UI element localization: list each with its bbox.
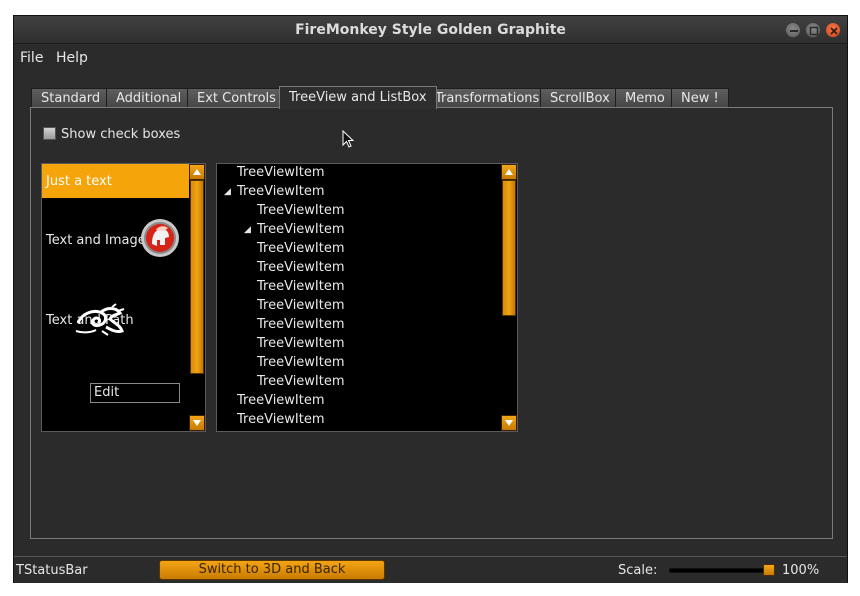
tab-standard[interactable]: Standard <box>31 88 111 108</box>
scale-label: Scale: <box>618 563 658 578</box>
treeview-item-label: TreeViewItem <box>257 336 345 351</box>
treeview-item-label: TreeViewItem <box>257 298 345 313</box>
listbox-edit-field[interactable]: Edit <box>90 383 180 403</box>
listbox[interactable]: Just a text Text and Image Text and Path <box>41 163 206 432</box>
treeview-item-label: TreeViewItem <box>237 165 325 180</box>
treeview-item-label: TreeViewItem <box>257 279 345 294</box>
treeview-item[interactable]: ◢ TreeViewItem <box>224 184 325 203</box>
mouse-cursor-icon <box>342 130 354 148</box>
treeview-item[interactable]: TreeViewItem <box>237 165 325 184</box>
minimize-icon <box>790 30 798 32</box>
tab-new[interactable]: New ! <box>671 88 729 108</box>
close-icon <box>830 27 838 35</box>
scroll-up-button[interactable] <box>501 164 517 180</box>
menu-help[interactable]: Help <box>56 50 88 66</box>
expand-triangle-icon[interactable]: ◢ <box>244 225 251 235</box>
treeview[interactable]: TreeViewItem ◢ TreeViewItem TreeViewItem ◢ Tr… <box>216 163 518 432</box>
listbox-item-text-image[interactable]: Text and Image <box>42 198 189 278</box>
triangle-down-icon <box>505 420 513 426</box>
treeview-item-label: TreeViewItem <box>257 317 345 332</box>
treeview-item[interactable]: TreeViewItem <box>257 260 345 279</box>
treeview-item[interactable]: TreeViewItem <box>257 241 345 260</box>
treeview-item-label: TreeViewItem <box>237 184 325 199</box>
treeview-item-label: TreeViewItem <box>257 222 345 237</box>
tab-transformations[interactable]: Transformations <box>425 88 550 108</box>
status-bar: TStatusBar Switch to 3D and Back Scale: … <box>14 556 847 583</box>
show-checkboxes-checkbox[interactable] <box>43 127 56 140</box>
triangle-up-icon <box>193 169 201 175</box>
show-checkboxes-label[interactable]: Show check boxes <box>61 127 180 142</box>
treeview-item-label: TreeViewItem <box>257 241 345 256</box>
scale-value: 100% <box>782 563 820 578</box>
treeview-item[interactable]: TreeViewItem <box>257 336 345 355</box>
tab-treeview-listbox[interactable]: TreeView and ListBox <box>279 86 437 109</box>
treeview-item[interactable]: TreeViewItem <box>257 355 345 374</box>
treeview-item-label: TreeViewItem <box>257 374 345 389</box>
treeview-item[interactable]: TreeViewItem <box>257 203 345 222</box>
close-button[interactable] <box>825 22 841 38</box>
tab-additional[interactable]: Additional <box>106 88 192 108</box>
scrollbar-thumb[interactable] <box>190 180 204 374</box>
tab-strip: Standard Additional Ext Controls TreeVie… <box>31 86 831 109</box>
treeview-item-label: TreeViewItem <box>257 260 345 275</box>
window-title: FireMonkey Style Golden Graphite <box>295 22 566 38</box>
status-text: TStatusBar <box>16 563 88 578</box>
listbox-scrollbar[interactable] <box>189 164 205 431</box>
title-bar[interactable]: FireMonkey Style Golden Graphite <box>14 16 847 44</box>
maximize-button[interactable] <box>805 22 821 38</box>
tab-memo[interactable]: Memo <box>615 88 675 108</box>
treeview-item-label: TreeViewItem <box>257 203 345 218</box>
scroll-down-button[interactable] <box>189 415 205 431</box>
treeview-item-label: TreeViewItem <box>237 412 325 427</box>
menu-bar: File Help <box>14 45 847 72</box>
treeview-scrollbar[interactable] <box>501 164 517 431</box>
scrollbar-thumb[interactable] <box>502 180 516 316</box>
treeview-item[interactable]: TreeViewItem <box>257 374 345 393</box>
treeview-item[interactable]: TreeViewItem <box>257 279 345 298</box>
treeview-item-label: TreeViewItem <box>237 393 325 408</box>
treeview-item[interactable]: TreeViewItem <box>237 412 325 431</box>
app-window: FireMonkey Style Golden Graphite File He… <box>13 15 848 583</box>
minimize-button[interactable] <box>785 22 801 38</box>
treeview-item[interactable]: TreeViewItem <box>237 393 325 412</box>
menu-file[interactable]: File <box>20 50 43 66</box>
triangle-up-icon <box>505 169 513 175</box>
listbox-item-label: Just a text <box>46 174 112 189</box>
treeview-item[interactable]: TreeViewItem <box>257 317 345 336</box>
scroll-down-button[interactable] <box>501 415 517 431</box>
scroll-up-button[interactable] <box>189 164 205 180</box>
switch-3d-button[interactable]: Switch to 3D and Back <box>159 560 385 580</box>
listbox-item-edit: Edit <box>42 368 189 431</box>
spartan-helmet-icon <box>141 219 179 257</box>
tab-page: Show check boxes Just a text Text and Im… <box>30 107 833 539</box>
maximize-icon <box>809 26 819 36</box>
scale-slider-thumb[interactable] <box>763 564 775 576</box>
tab-ext-controls[interactable]: Ext Controls <box>187 88 286 108</box>
listbox-item-just-text[interactable]: Just a text <box>42 164 189 198</box>
expand-triangle-icon[interactable]: ◢ <box>224 187 231 197</box>
scale-slider-track[interactable] <box>669 568 775 573</box>
tab-scrollbox[interactable]: ScrollBox <box>540 88 620 108</box>
treeview-item[interactable]: ◢ TreeViewItem <box>244 222 345 241</box>
treeview-item-label: TreeViewItem <box>257 355 345 370</box>
treeview-item[interactable]: TreeViewItem <box>257 298 345 317</box>
dragon-path-icon <box>75 303 125 336</box>
listbox-item-label: Text and Image <box>46 233 146 248</box>
triangle-down-icon <box>193 420 201 426</box>
listbox-item-text-path[interactable]: Text and Path <box>42 278 189 368</box>
